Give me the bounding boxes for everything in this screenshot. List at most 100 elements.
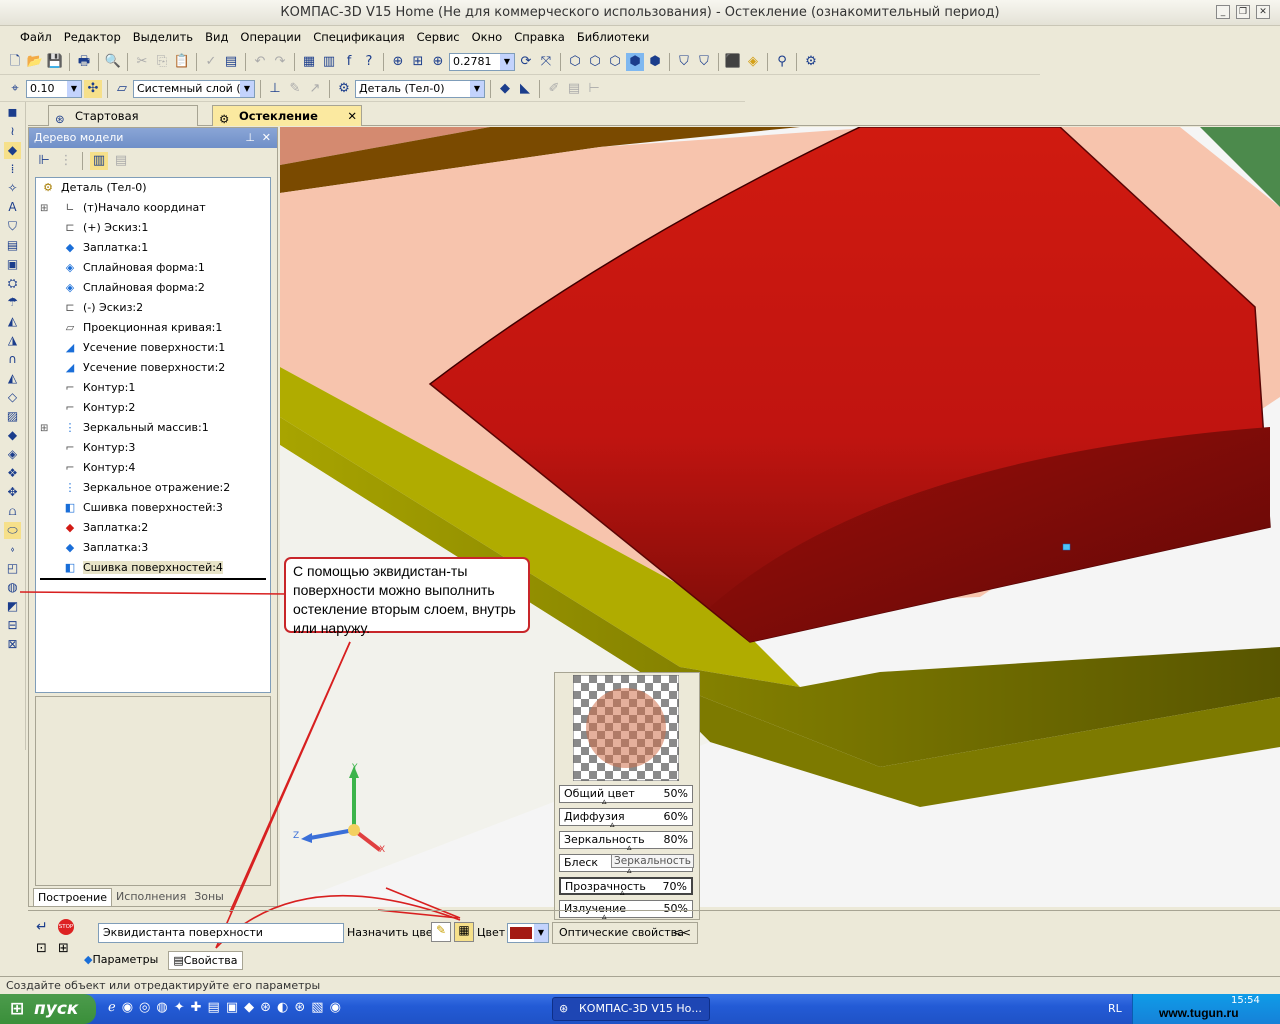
grid-snap-icon[interactable]: ✣ (84, 79, 102, 98)
tree-item[interactable]: ⊞ ∟ (т)Начало координат (40, 198, 206, 218)
tree-order-icon[interactable]: ⋮ (57, 152, 75, 170)
detail-combo[interactable]: Деталь (Тел-0) ▼ (355, 79, 485, 98)
cube-icon[interactable]: ⬛ (724, 53, 742, 71)
tree-item[interactable]: ⌐ Контур:2 (40, 398, 135, 418)
menu-window[interactable]: Окно (466, 28, 509, 46)
print-icon[interactable]: 🖶 (75, 53, 93, 71)
app3-icon[interactable]: ⊛ (260, 1000, 271, 1015)
solid-ops-icon[interactable]: ◼ (4, 104, 21, 121)
optics-slider[interactable]: Общий цвет 50% ▵ (559, 785, 693, 807)
revolve-surface-icon[interactable]: ◮ (4, 332, 21, 349)
orientation-icon[interactable]: ⤧ (537, 53, 555, 71)
slider-knob-icon[interactable]: ▵ (610, 821, 615, 830)
kompas-icon[interactable]: ⊛ (294, 1000, 305, 1015)
tab-build[interactable]: Построение (33, 888, 113, 907)
new-file-icon[interactable]: 🗋 (6, 53, 24, 71)
taskbar-item-kompas[interactable]: ⊛ КОМПАС-3D V15 Но... (552, 997, 710, 1021)
app4-icon[interactable]: ◐ (277, 1000, 288, 1015)
kinematic-surface-icon[interactable]: ∩ (4, 351, 21, 368)
chevron-down-icon[interactable]: ▼ (500, 53, 514, 70)
wireframe-icon[interactable]: ⬡ (566, 53, 584, 71)
tree-item[interactable]: ⊏ (+) Эскиз:1 (40, 218, 148, 238)
open-file-icon[interactable]: 📂 (26, 53, 44, 71)
zoom-window-icon[interactable]: ⊞ (409, 53, 427, 71)
render-icon[interactable]: ✐ (545, 80, 563, 98)
settings-icon[interactable]: ⚙ (802, 53, 820, 71)
menu-help[interactable]: Справка (508, 28, 571, 46)
rotate-icon[interactable]: ⟳ (517, 53, 535, 71)
measure-icon[interactable]: ⚲ (773, 53, 791, 71)
plane-icon[interactable]: ◣ (516, 80, 534, 98)
edit-icon[interactable]: ✎ (286, 80, 304, 98)
tree-item[interactable]: ⊞ ⋮ Зеркальный массив:1 (40, 418, 209, 438)
object-name-field[interactable]: Эквидистанта поверхности (98, 923, 344, 943)
curve-icon[interactable]: ≀ (4, 123, 21, 140)
extend-tool-icon[interactable]: ❖ (4, 465, 21, 482)
tab-parameters[interactable]: ◆Параметры (80, 951, 162, 970)
expand-icon[interactable]: ⊞ (40, 199, 52, 219)
pipe-icon[interactable]: ☂ (4, 294, 21, 311)
tree-item[interactable]: ◧ Сшивка поверхностей:3 (40, 498, 223, 518)
tree-item[interactable]: ⋮ Зеркальное отражение:2 (40, 478, 231, 498)
tree-detail-icon[interactable]: ▤ (112, 152, 130, 170)
menu-view[interactable]: Вид (199, 28, 234, 46)
calculator-icon[interactable]: ▥ (320, 53, 338, 71)
slider-knob-icon[interactable]: ▵ (627, 867, 632, 876)
stop-icon[interactable]: STOP (58, 919, 74, 935)
chevron-down-icon[interactable]: ▼ (470, 80, 484, 97)
tree-item[interactable]: ⌐ Контур:1 (40, 378, 135, 398)
snap-icon[interactable]: ⌖ (6, 80, 24, 98)
filter2-icon[interactable]: ⛉ (695, 53, 713, 71)
join-surface-icon[interactable]: ◩ (4, 598, 21, 615)
ruled-surface-icon[interactable]: ◰ (4, 560, 21, 577)
tree-item[interactable]: ⊏ (-) Эскиз:2 (40, 298, 143, 318)
edit-model-icon[interactable]: ⛭ (4, 275, 21, 292)
edit2-icon[interactable]: ↗ (306, 80, 324, 98)
optical-properties-button[interactable]: Оптические свойства << (552, 922, 698, 944)
step-combo[interactable]: 0.10 ▼ (26, 79, 82, 98)
table-icon[interactable]: ▤ (565, 80, 583, 98)
tab-properties[interactable]: ▤Свойства (168, 951, 243, 970)
save-icon[interactable]: 💾 (46, 53, 64, 71)
preview-icon[interactable]: 🔍 (104, 53, 122, 71)
menu-edit[interactable]: Редактор (58, 28, 127, 46)
menu-file[interactable]: Файл (14, 28, 58, 46)
color-palette-icon[interactable]: ▦ (454, 922, 474, 942)
tab-zones[interactable]: Зоны (190, 888, 228, 907)
tree-item[interactable]: ◆ Заплатка:3 (40, 538, 149, 558)
equidistant-surface-icon[interactable]: ⬭ (4, 522, 21, 539)
network-surface-icon[interactable]: ⊟ (4, 617, 21, 634)
start-button[interactable]: ⊞ пуск (0, 994, 96, 1024)
zoom-combo[interactable]: 0.2781 ▼ (449, 52, 515, 71)
dim-icon[interactable]: ⊢ (585, 80, 603, 98)
firefox-icon[interactable]: ◍ (156, 1000, 167, 1015)
tree-structure-icon[interactable]: ⊩ (35, 152, 53, 170)
points-icon[interactable]: ⁞ (4, 161, 21, 178)
restore-button[interactable]: ❐ (1236, 5, 1250, 19)
thin-lines-icon[interactable]: ⬡ (606, 53, 624, 71)
tree-item[interactable]: ⌐ Контур:3 (40, 438, 135, 458)
tab-glazing[interactable]: ⚙ Остекление ✕ (212, 105, 362, 126)
help-pointer-icon[interactable]: ? (360, 53, 378, 71)
split-surface-icon[interactable]: ⬫ (4, 541, 21, 558)
tree-item[interactable]: ◢ Усечение поверхности:1 (40, 338, 226, 358)
tree-item[interactable]: ◈ Сплайновая форма:2 (40, 278, 205, 298)
color-combo[interactable]: ▼ (507, 923, 549, 943)
minimize-button[interactable]: _ (1216, 5, 1230, 19)
tree-item[interactable]: ◧ Сшивка поверхностей:4 (40, 558, 223, 578)
tree-item[interactable]: ⌐ Контур:4 (40, 458, 135, 478)
filter-icon[interactable]: ⛉ (4, 218, 21, 235)
shaded-edges-icon[interactable]: ⬢ (646, 53, 664, 71)
rollback-bar[interactable] (40, 578, 266, 580)
tree-root[interactable]: ⚙ Деталь (Тел-0) (40, 178, 147, 198)
chevron-down-icon[interactable]: ▼ (534, 924, 548, 942)
menu-libraries[interactable]: Библиотеки (571, 28, 656, 46)
tree-item[interactable]: ▱ Проекционная кривая:1 (40, 318, 223, 338)
slider-knob-icon[interactable]: ▵ (627, 844, 632, 853)
extrude-surface-icon[interactable]: ◭ (4, 313, 21, 330)
loft-surface-icon[interactable]: ◭ (4, 370, 21, 387)
copy-icon[interactable]: ⎘ (153, 53, 171, 71)
ie-icon[interactable]: ℯ (108, 1000, 116, 1015)
zoom-scale-icon[interactable]: ⊕ (429, 53, 447, 71)
layer-combo[interactable]: Системный слой (0) ▼ (133, 79, 255, 98)
